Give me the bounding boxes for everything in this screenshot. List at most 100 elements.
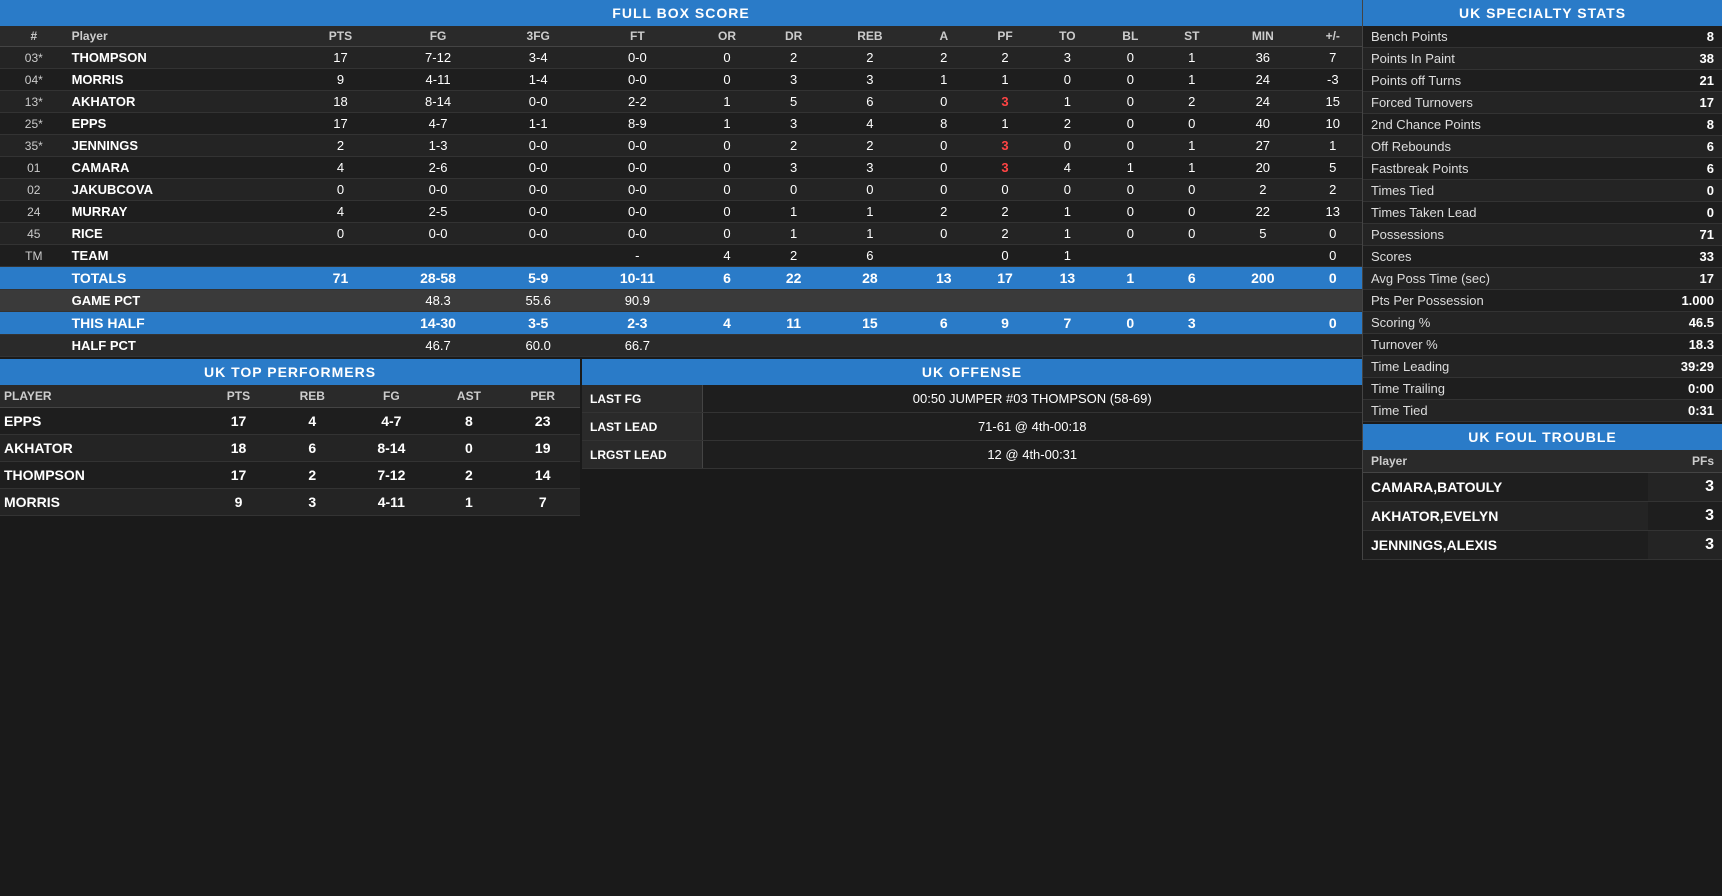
list-item: Pts Per Possession 1.000 — [1363, 290, 1722, 312]
list-item: Scoring % 46.5 — [1363, 312, 1722, 334]
player-bl: 0 — [1099, 223, 1161, 245]
player-pf: 2 — [974, 47, 1035, 69]
player-st — [1161, 245, 1222, 267]
perf-ast: 2 — [432, 462, 505, 489]
stat-value: 0 — [1626, 202, 1722, 224]
stat-label: Time Leading — [1363, 356, 1626, 378]
player-pf: 3 — [974, 157, 1035, 179]
player-ft: 0-0 — [581, 157, 693, 179]
player-a: 8 — [913, 113, 974, 135]
player-pts: 9 — [300, 69, 381, 91]
box-score-section: FULL BOX SCORE # Player PTS FG 3FG FT OR… — [0, 0, 1362, 357]
stat-label: Times Taken Lead — [1363, 202, 1626, 224]
player-bl: 0 — [1099, 69, 1161, 91]
perf-col-player: PLAYER — [0, 385, 203, 408]
player-pm: 10 — [1304, 113, 1362, 135]
player-pts: 17 — [300, 47, 381, 69]
player-or: 0 — [693, 223, 761, 245]
col-num: # — [0, 26, 68, 47]
player-to: 0 — [1036, 69, 1100, 91]
player-num: 24 — [0, 201, 68, 223]
table-row: 03* THOMPSON 17 7-12 3-4 0-0 0 2 2 2 2 3… — [0, 47, 1362, 69]
player-st: 0 — [1161, 201, 1222, 223]
list-item: Fastbreak Points 6 — [1363, 158, 1722, 180]
player-name: RICE — [68, 223, 300, 245]
player-pm: 1 — [1304, 135, 1362, 157]
perf-pts: 17 — [203, 408, 274, 435]
player-dr: 3 — [761, 69, 827, 91]
list-item: Scores 33 — [1363, 246, 1722, 268]
perf-ast: 8 — [432, 408, 505, 435]
list-item: EPPS 17 4 4-7 8 23 — [0, 408, 580, 435]
player-ft: - — [581, 245, 693, 267]
player-3fg: 1-4 — [495, 69, 582, 91]
stat-value: 71 — [1626, 224, 1722, 246]
player-pts — [300, 245, 381, 267]
player-reb: 6 — [827, 91, 914, 113]
stat-value: 0:00 — [1626, 378, 1722, 400]
player-a: 0 — [913, 135, 974, 157]
player-name: CAMARA — [68, 157, 300, 179]
player-or: 0 — [693, 157, 761, 179]
table-row: 04* MORRIS 9 4-11 1-4 0-0 0 3 3 1 1 0 0 … — [0, 69, 1362, 91]
player-to: 0 — [1036, 179, 1100, 201]
player-num: 35* — [0, 135, 68, 157]
table-row: 13* AKHATOR 18 8-14 0-0 2-2 1 5 6 0 3 1 … — [0, 91, 1362, 113]
box-score-table: # Player PTS FG 3FG FT OR DR REB A PF TO… — [0, 26, 1362, 357]
list-item: Time Trailing 0:00 — [1363, 378, 1722, 400]
col-a: A — [913, 26, 974, 47]
stat-value: 33 — [1626, 246, 1722, 268]
perf-per: 23 — [505, 408, 580, 435]
player-dr: 1 — [761, 201, 827, 223]
stat-value: 8 — [1626, 26, 1722, 48]
performers-table: PLAYER PTS REB FG AST PER EPPS 17 4 4-7 … — [0, 385, 580, 516]
player-ft: 0-0 — [581, 47, 693, 69]
player-or: 1 — [693, 91, 761, 113]
player-reb: 3 — [827, 69, 914, 91]
player-min: 24 — [1222, 91, 1303, 113]
stat-label: Fastbreak Points — [1363, 158, 1626, 180]
stat-label: Forced Turnovers — [1363, 92, 1626, 114]
player-st: 2 — [1161, 91, 1222, 113]
stat-label: Bench Points — [1363, 26, 1626, 48]
perf-ast: 0 — [432, 435, 505, 462]
player-bl: 1 — [1099, 157, 1161, 179]
stat-label: 2nd Chance Points — [1363, 114, 1626, 136]
player-num: 04* — [0, 69, 68, 91]
gamepct-row: GAME PCT 48.3 55.6 90.9 — [0, 290, 1362, 312]
col-player: Player — [68, 26, 300, 47]
halfpct-row: HALF PCT 46.7 60.0 66.7 — [0, 335, 1362, 357]
list-item: 2nd Chance Points 8 — [1363, 114, 1722, 136]
player-ft: 2-2 — [581, 91, 693, 113]
top-performers-section: UK TOP PERFORMERS PLAYER PTS REB FG AST … — [0, 359, 580, 516]
player-fg: 2-6 — [381, 157, 495, 179]
player-min: 27 — [1222, 135, 1303, 157]
perf-name: EPPS — [0, 408, 203, 435]
player-pm: 15 — [1304, 91, 1362, 113]
player-3fg: 0-0 — [495, 179, 582, 201]
totals-row: TOTALS 71 28-58 5-9 10-11 6 22 28 13 17 … — [0, 267, 1362, 290]
player-reb: 2 — [827, 135, 914, 157]
table-row: TM TEAM - 4 2 6 0 1 0 — [0, 245, 1362, 267]
col-pf: PF — [974, 26, 1035, 47]
player-reb: 1 — [827, 201, 914, 223]
player-or: 4 — [693, 245, 761, 267]
list-item: Avg Poss Time (sec) 17 — [1363, 268, 1722, 290]
list-item: Time Tied 0:31 — [1363, 400, 1722, 422]
player-dr: 2 — [761, 47, 827, 69]
player-to: 3 — [1036, 47, 1100, 69]
col-ft: FT — [581, 26, 693, 47]
player-name: THOMPSON — [68, 47, 300, 69]
list-item: LRGST LEAD 12 @ 4th-00:31 — [582, 441, 1362, 469]
stat-value: 17 — [1626, 92, 1722, 114]
table-row: 45 RICE 0 0-0 0-0 0-0 0 1 1 0 2 1 0 0 5 … — [0, 223, 1362, 245]
player-fg: 2-5 — [381, 201, 495, 223]
player-pts: 2 — [300, 135, 381, 157]
player-num: TM — [0, 245, 68, 267]
player-to: 1 — [1036, 201, 1100, 223]
specialty-title: UK SPECIALTY STATS — [1363, 0, 1722, 26]
player-num: 02 — [0, 179, 68, 201]
player-pf: 0 — [974, 179, 1035, 201]
offense-title: UK OFFENSE — [582, 359, 1362, 385]
stat-label: Points off Turns — [1363, 70, 1626, 92]
